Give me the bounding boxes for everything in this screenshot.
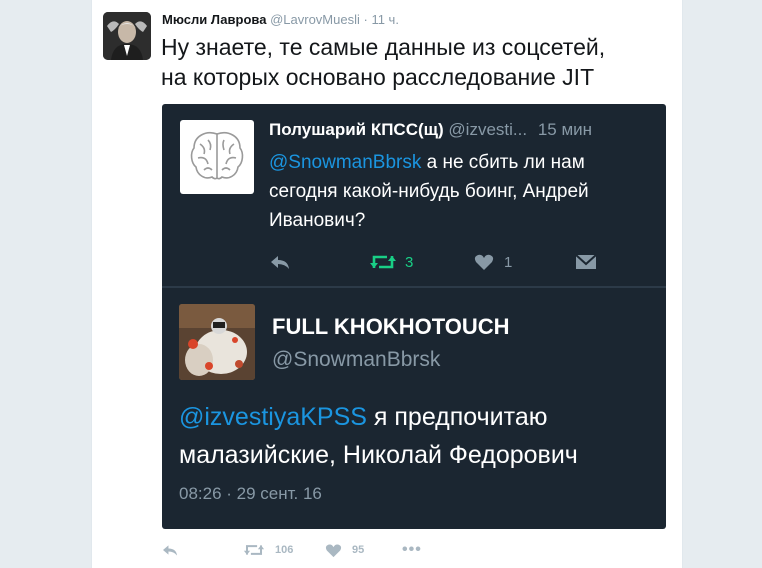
quoted-text-line: Иванович? <box>269 210 366 231</box>
quoted-like-count: 1 <box>504 253 513 271</box>
reply-text-part: я предпочитаю <box>366 403 548 431</box>
author-avatar[interactable] <box>103 12 151 60</box>
quoted-header: Полушарий КПСС(щ) @izvesti... 15 мин <box>269 120 592 140</box>
reply-timestamp[interactable]: 08:26 · 29 сент. 16 <box>179 484 322 504</box>
tweet-actions: 106 95 ••• <box>161 538 461 562</box>
quoted-avatar[interactable] <box>180 120 254 194</box>
quoted-author-handle[interactable]: @izvesti... <box>448 120 527 139</box>
quoted-dm-button[interactable] <box>575 250 597 274</box>
quoted-text-part: а не сбить ли нам <box>421 152 585 173</box>
reply-mention-link[interactable]: @izvestiyaKPSS <box>179 403 367 431</box>
reply-button[interactable] <box>161 538 179 562</box>
more-icon: ••• <box>402 541 422 558</box>
tweet-text-line: Ну знаете, те самые данные из соцсетей, <box>161 34 606 60</box>
author-handle[interactable]: @LavrovMuesli <box>270 12 360 27</box>
quoted-mention-link[interactable]: @SnowmanBbrsk <box>269 152 421 173</box>
retweet-icon <box>243 545 265 555</box>
quoted-screenshot[interactable]: Полушарий КПСС(щ) @izvesti... 15 мин @Sn… <box>162 104 666 529</box>
like-icon <box>325 544 342 557</box>
quoted-author-name[interactable]: Полушарий КПСС(щ) <box>269 120 444 139</box>
more-button[interactable]: ••• <box>402 538 422 562</box>
reply-text-line: малазийские, Николай Федорович <box>179 441 578 469</box>
retweet-icon <box>370 255 396 269</box>
reply-icon <box>163 545 177 556</box>
tweet-header: Мюсли Лаврова @LavrovMuesli · 11 ч. <box>162 12 399 27</box>
like-count: 95 <box>352 544 365 556</box>
separator-dot: · <box>363 12 368 27</box>
like-icon <box>474 254 494 270</box>
reply-text: @izvestiyaKPSS я предпочитаю малазийские… <box>179 398 659 474</box>
retweet-count: 106 <box>275 544 294 556</box>
tweet-time[interactable]: 11 ч. <box>371 12 399 27</box>
quoted-actions: 3 1 <box>269 250 659 274</box>
quoted-text: @SnowmanBbrsk а не сбить ли нам сегодня … <box>269 148 659 235</box>
tweet-text-line: на которых основано расследование JIT <box>161 64 595 90</box>
dm-icon <box>575 254 597 269</box>
quoted-divider <box>162 286 666 288</box>
quoted-text-line: сегодня какой-нибудь боинг, Андрей <box>269 181 589 202</box>
quoted-retweet-count: 3 <box>405 253 414 271</box>
like-button[interactable]: 95 <box>325 538 364 562</box>
quoted-like-button[interactable]: 1 <box>474 250 512 274</box>
reply-author-handle[interactable]: @SnowmanBbrsk <box>272 348 440 372</box>
tweet-text: Ну знаете, те самые данные из соцсетей, … <box>161 32 676 92</box>
quoted-retweet-button[interactable]: 3 <box>369 250 413 274</box>
quoted-reply-button[interactable] <box>269 250 291 274</box>
reply-avatar[interactable] <box>179 304 255 380</box>
quoted-time[interactable]: 15 мин <box>538 120 592 139</box>
retweet-button[interactable]: 106 <box>243 538 293 562</box>
reply-icon <box>271 256 289 269</box>
author-name[interactable]: Мюсли Лаврова <box>162 12 266 27</box>
reply-author-name[interactable]: FULL KHOKHOTOUCH <box>272 314 510 340</box>
